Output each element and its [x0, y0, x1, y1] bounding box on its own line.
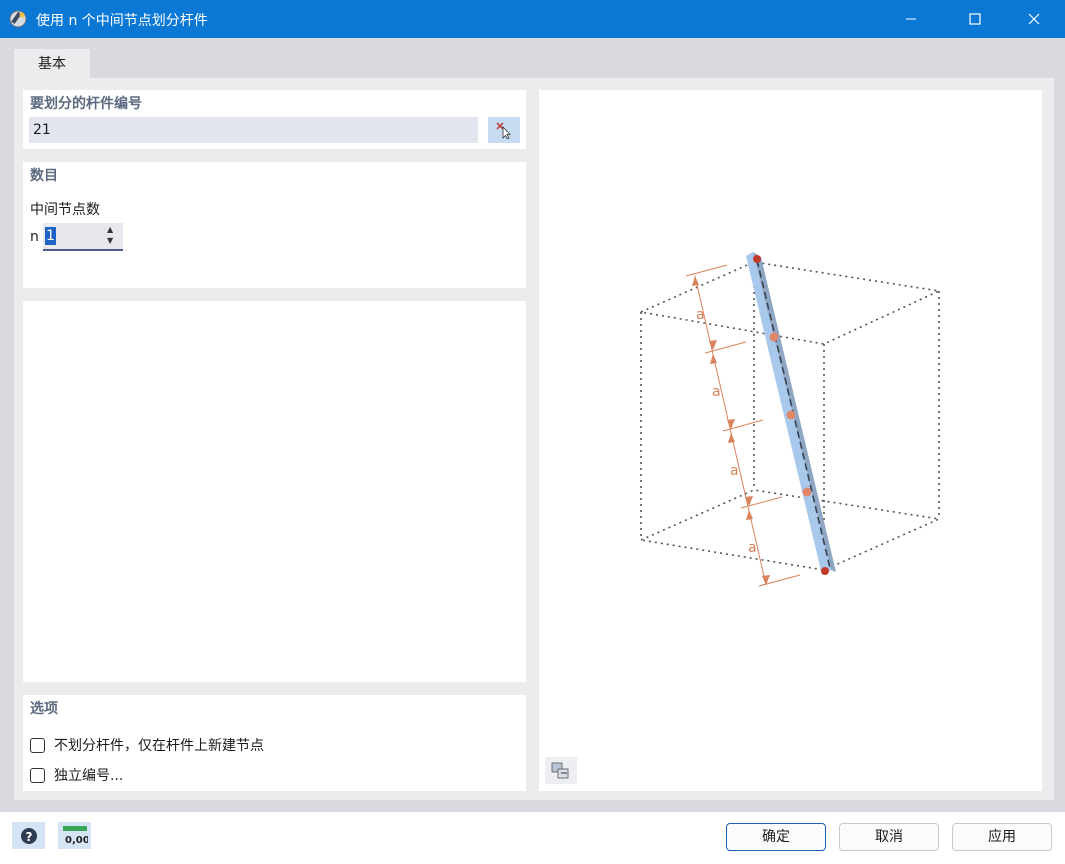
count-section-title: 数目: [30, 168, 58, 184]
window-title: 使用 n 个中间节点划分杆件: [36, 13, 208, 29]
close-button[interactable]: [1011, 0, 1057, 38]
options-section: 选项 不划分杆件，仅在杆件上新建节点 独立编号...: [23, 695, 526, 791]
app-icon: [9, 10, 27, 28]
dimension-label-4: a: [748, 540, 757, 556]
count-section: 数目 中间节点数 n 1 ▲ ▼: [23, 162, 526, 288]
close-icon: [1028, 13, 1040, 25]
help-icon: ?: [20, 827, 37, 844]
empty-section: [23, 301, 526, 682]
no-split-label: 不划分杆件，仅在杆件上新建节点: [54, 738, 264, 754]
units-icon: 0,00: [62, 825, 88, 846]
intermediate-node: [769, 332, 779, 342]
member-section-title: 要划分的杆件编号: [30, 96, 142, 112]
options-section-title: 选项: [30, 701, 58, 717]
spin-up-icon[interactable]: ▲: [107, 225, 113, 234]
tab-body: 要划分的杆件编号 21 数目 中间节点数 n 1 ▲ ▼ 选项 不划分杆件，仅在…: [14, 78, 1054, 800]
units-label: 0,00: [65, 835, 88, 846]
tab-basic[interactable]: 基本: [14, 49, 90, 79]
preview-panel: a a a a: [539, 90, 1042, 791]
member-number-input[interactable]: 21: [29, 117, 478, 143]
ok-button[interactable]: 确定: [726, 823, 826, 851]
dimension-label-2: a: [712, 384, 721, 400]
svg-text:?: ?: [25, 830, 32, 844]
units-button[interactable]: 0,00: [58, 822, 91, 849]
maximize-button[interactable]: [952, 0, 998, 38]
count-subtitle: 中间节点数: [30, 202, 100, 218]
member-section: 要划分的杆件编号 21: [23, 90, 526, 149]
intermediate-node: [786, 410, 796, 420]
view-options-icon: [551, 762, 569, 778]
view-options-button[interactable]: [545, 757, 577, 784]
n-symbol-label: n: [30, 229, 39, 245]
node-count-spinner[interactable]: 1 ▲ ▼: [43, 223, 123, 251]
no-split-checkbox[interactable]: [30, 737, 45, 753]
minimize-button[interactable]: [888, 0, 934, 38]
end-node: [821, 567, 829, 575]
independent-numbering-label: 独立编号...: [54, 768, 124, 784]
cancel-button[interactable]: 取消: [839, 823, 939, 851]
start-node: [753, 255, 761, 263]
spin-down-icon[interactable]: ▼: [107, 236, 113, 245]
intermediate-node: [802, 487, 812, 497]
maximize-icon: [969, 13, 981, 25]
apply-button[interactable]: 应用: [952, 823, 1052, 851]
node-count-value[interactable]: 1: [45, 227, 56, 245]
minimize-icon: [906, 18, 916, 20]
pick-cursor-icon: [496, 122, 511, 139]
dimension-label-1: a: [696, 307, 705, 323]
independent-numbering-option[interactable]: 独立编号...: [30, 765, 123, 785]
independent-numbering-checkbox[interactable]: [30, 767, 45, 783]
title-bar: 使用 n 个中间节点划分杆件: [0, 0, 1065, 38]
pick-member-button[interactable]: [488, 117, 520, 143]
member-division-diagram: a a a a: [638, 252, 942, 587]
help-button[interactable]: ?: [12, 822, 45, 849]
bottom-bar: ? 0,00 确定 取消 应用: [0, 812, 1065, 864]
no-split-option[interactable]: 不划分杆件，仅在杆件上新建节点: [30, 735, 264, 755]
dialog-client: 基本 要划分的杆件编号 21 数目 中间节点数 n 1 ▲ ▼ 选项 不划分杆件…: [0, 38, 1065, 812]
dimension-label-3: a: [730, 463, 739, 479]
